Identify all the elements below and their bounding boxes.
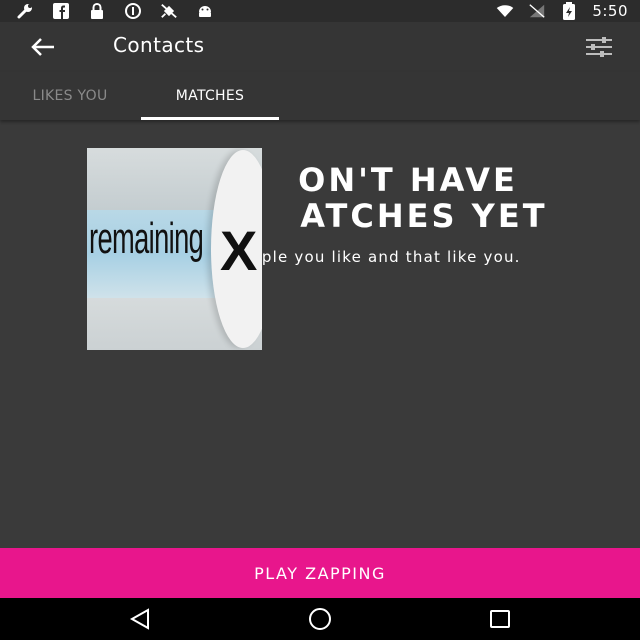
back-icon[interactable] xyxy=(120,606,160,632)
android-icon xyxy=(196,2,214,20)
tab-likes-you[interactable]: LIKES YOU xyxy=(0,72,140,120)
no-signal-icon xyxy=(528,2,546,20)
empty-headline-right: ATCHES YET xyxy=(300,197,548,235)
play-zapping-button[interactable]: PLAY ZAPPING xyxy=(0,548,640,598)
no-satellite-icon xyxy=(160,2,178,20)
tab-matches[interactable]: MATCHES xyxy=(141,72,279,120)
overlay-ad[interactable]: remaining X xyxy=(87,148,262,350)
system-nav-bar xyxy=(0,598,640,640)
app-bar: Contacts xyxy=(0,22,640,72)
wrench-icon xyxy=(16,2,34,20)
wifi-icon xyxy=(496,2,514,20)
facebook-icon xyxy=(52,2,70,20)
arrow-back-icon[interactable] xyxy=(26,32,60,62)
info-icon xyxy=(124,2,142,20)
status-time: 5:50 xyxy=(592,2,628,20)
status-bar: 5:50 xyxy=(0,0,640,22)
filters-icon[interactable] xyxy=(582,32,616,62)
overlay-ad-text: remaining xyxy=(89,214,204,263)
home-icon[interactable] xyxy=(300,606,340,632)
close-icon[interactable]: X xyxy=(220,218,257,283)
page-title: Contacts xyxy=(113,33,205,57)
battery-charging-icon xyxy=(560,2,578,20)
tab-bar: LIKES YOU MATCHES xyxy=(0,72,640,120)
lock-icon xyxy=(88,2,106,20)
recents-icon[interactable] xyxy=(480,606,520,632)
